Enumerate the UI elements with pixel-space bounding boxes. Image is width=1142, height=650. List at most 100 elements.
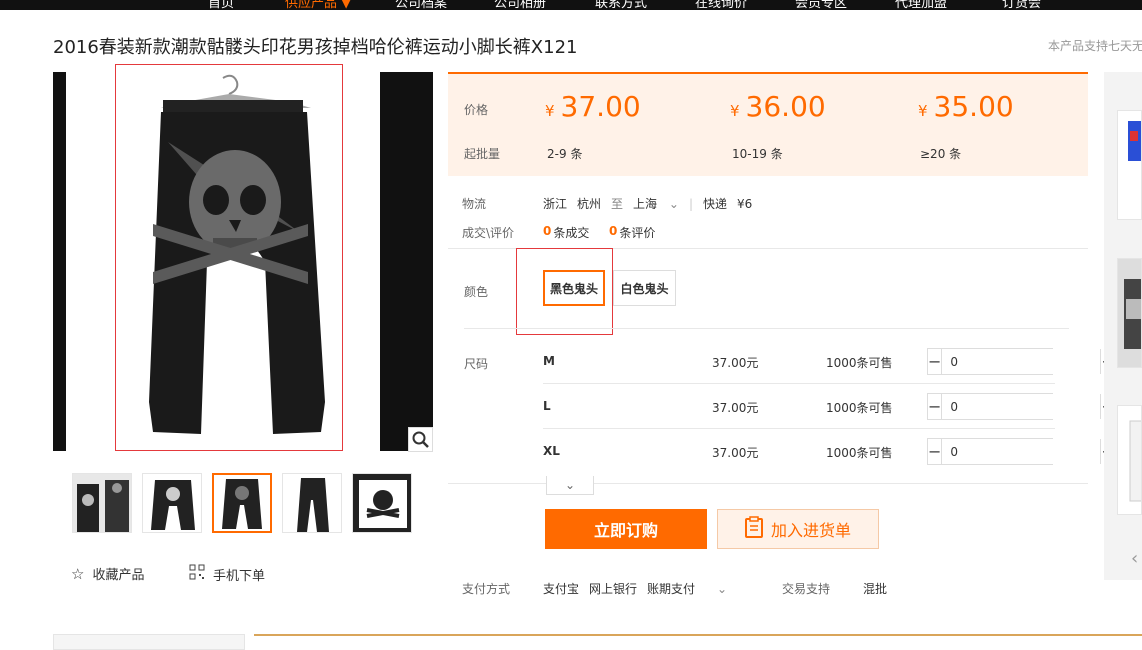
payment-method-bank: 网上银行	[589, 582, 638, 596]
buy-now-button[interactable]: 立即订购	[545, 509, 707, 549]
service-notice: 本产品支持七天无	[1048, 39, 1142, 53]
size-name: M	[543, 354, 555, 368]
color-option-white-skull[interactable]: 白色鬼头	[613, 270, 676, 306]
price-tier-2: ¥36.00	[730, 90, 826, 123]
color-option-black-skull[interactable]: 黑色鬼头	[543, 270, 605, 306]
color-label: 颜色	[464, 285, 489, 299]
size-row-m: M 37.00元 1000条可售 − +	[543, 348, 1115, 375]
main-product-image[interactable]	[53, 72, 433, 451]
size-stock: 1000条可售	[826, 401, 893, 415]
quantity-stepper: − +	[927, 393, 1115, 420]
tier-2-quantity: 10-19 条	[732, 147, 783, 161]
nav-item-profile[interactable]: 公司档案	[395, 0, 447, 10]
size-price: 37.00元	[712, 356, 759, 370]
divider: |	[688, 196, 693, 211]
favorite-label: 收藏产品	[92, 568, 145, 583]
currency-symbol: ¥	[545, 102, 555, 120]
from-province: 浙江	[543, 197, 568, 211]
size-stock: 1000条可售	[826, 446, 893, 460]
size-row-xl: XL 37.00元 1000条可售 − +	[543, 438, 1115, 465]
nav-item-products[interactable]: 供应产品 ▼	[285, 0, 351, 10]
quantity-stepper: − +	[927, 438, 1115, 465]
mobile-order-button[interactable]: 手机下单	[189, 564, 265, 584]
zoom-icon[interactable]	[408, 427, 433, 452]
divider-line	[543, 428, 1055, 429]
size-stock: 1000条可售	[826, 356, 893, 370]
price-tier-3: ¥35.00	[918, 90, 1014, 123]
add-to-cart-button[interactable]: 加入进货单	[717, 509, 879, 549]
divider-line	[464, 328, 1069, 329]
nav-item-home[interactable]: 首页	[208, 0, 234, 10]
currency-symbol: ¥	[730, 102, 740, 120]
size-label: 尺码	[464, 357, 489, 371]
chevron-down-icon: ⌄	[564, 478, 576, 492]
payment-method-credit: 账期支付	[647, 582, 696, 596]
bottom-tab[interactable]	[53, 634, 245, 650]
nav-item-inquiry[interactable]: 在线询价	[695, 0, 747, 10]
to-word: 至	[611, 197, 624, 211]
size-name: L	[543, 399, 551, 413]
recommendation-item-2[interactable]	[1117, 258, 1142, 368]
deals-label: 成交\评价	[462, 226, 515, 240]
thumbnail-1[interactable]	[72, 473, 132, 533]
thumbnail-3-selected[interactable]	[212, 473, 272, 533]
size-name: XL	[543, 444, 560, 458]
thumbnail-2[interactable]	[142, 473, 202, 533]
payment-methods[interactable]: 支付宝 网上银行 账期支付 ⌄	[543, 580, 727, 597]
destination-select[interactable]: 上海 ⌄	[633, 195, 679, 212]
recommendation-item-1[interactable]	[1117, 110, 1142, 220]
chevron-left-icon[interactable]: ‹	[1131, 548, 1138, 569]
star-icon: ☆	[71, 564, 85, 583]
quantity-input[interactable]	[942, 349, 1101, 374]
favorite-button[interactable]: ☆ 收藏产品	[71, 564, 145, 584]
currency-symbol: ¥	[918, 102, 928, 120]
divider-line	[543, 383, 1055, 384]
chevron-down-icon: ⌄	[668, 197, 679, 211]
shipping-method: 快递	[703, 197, 728, 211]
clipboard-icon	[744, 516, 763, 542]
chevron-down-icon: ⌄	[717, 581, 728, 596]
decrement-button[interactable]: −	[928, 439, 943, 464]
nav-item-member[interactable]: 会员专区	[795, 0, 847, 10]
quantity-stepper: − +	[927, 348, 1115, 375]
nav-item-ordering-fair[interactable]: 订货会	[1002, 0, 1041, 10]
nav-item-contact[interactable]: 联系方式	[595, 0, 647, 10]
thumbnail-5[interactable]	[352, 473, 412, 533]
bottom-divider	[254, 634, 1142, 636]
price-value: 35.00	[933, 90, 1014, 123]
top-nav: 首页 供应产品 ▼ 公司档案 公司相册 联系方式 在线询价 会员专区 代理加盟 …	[0, 0, 1142, 10]
recommendation-item-3[interactable]	[1117, 405, 1142, 515]
divider-line	[448, 248, 1088, 249]
payment-label: 支付方式	[462, 582, 511, 596]
decrement-button[interactable]: −	[928, 394, 943, 419]
price-value: 37.00	[560, 90, 641, 123]
size-price: 37.00元	[712, 446, 759, 460]
logistics-label: 物流	[462, 197, 487, 211]
tier-1-quantity: 2-9 条	[547, 147, 583, 161]
from-city: 杭州	[577, 197, 602, 211]
quantity-input[interactable]	[942, 439, 1101, 464]
deals-count-link[interactable]: 0 条成交	[543, 224, 589, 241]
moq-label: 起批量	[464, 147, 501, 161]
expand-sizes-button[interactable]: ⌄	[546, 476, 594, 495]
size-row-l: L 37.00元 1000条可售 − +	[543, 393, 1115, 420]
reviews-count-link[interactable]: 0 条评价	[609, 224, 655, 241]
qr-code-icon	[189, 564, 205, 584]
trade-support-label: 交易支持	[782, 582, 831, 596]
thumbnail-4[interactable]	[282, 473, 342, 533]
size-price: 37.00元	[712, 401, 759, 415]
product-title: 2016春装新款潮款骷髅头印花男孩掉档哈伦裤运动小脚长裤X121	[53, 37, 578, 58]
logistics-row: 浙江 杭州 至 上海 ⌄ | 快递 ¥6	[543, 195, 752, 212]
quantity-input[interactable]	[942, 394, 1101, 419]
payment-method-alipay: 支付宝	[543, 582, 580, 596]
tier-3-quantity: ≥20 条	[920, 147, 962, 161]
divider-line	[448, 483, 1088, 484]
nav-item-album[interactable]: 公司相册	[494, 0, 546, 10]
decrement-button[interactable]: −	[928, 349, 943, 374]
price-label: 价格	[464, 103, 489, 117]
mobile-order-label: 手机下单	[213, 568, 266, 584]
nav-item-agent[interactable]: 代理加盟	[895, 0, 947, 10]
add-to-cart-label: 加入进货单	[770, 521, 851, 540]
pants-image	[149, 74, 325, 434]
shipping-fee: ¥6	[737, 196, 753, 211]
